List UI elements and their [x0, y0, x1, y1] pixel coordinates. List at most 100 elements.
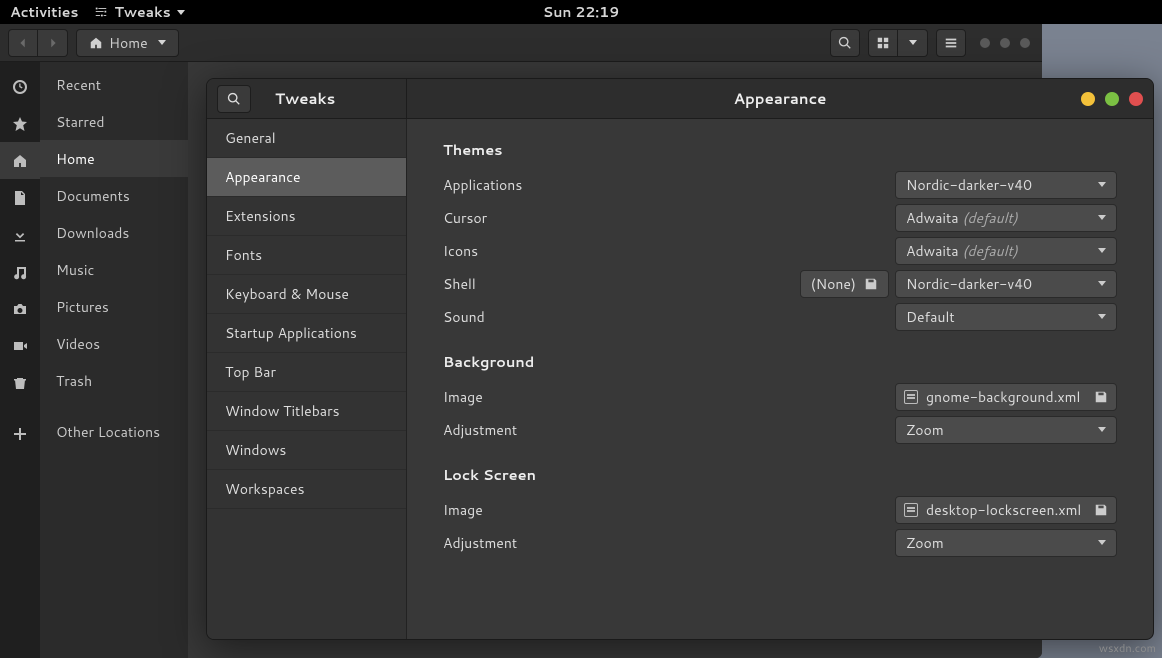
rail-other-locations[interactable]: [0, 415, 40, 452]
rail-home[interactable]: [0, 142, 40, 179]
search-icon: [838, 36, 852, 50]
app-menu-label: Tweaks: [114, 2, 170, 22]
sound-label: Sound: [443, 307, 895, 327]
sidebar-item-startup-applications[interactable]: Startup Applications: [207, 314, 406, 353]
place-home[interactable]: Home: [40, 140, 188, 177]
video-icon: [12, 338, 28, 354]
sidebar-item-keyboard-mouse[interactable]: Keyboard & Mouse: [207, 275, 406, 314]
gnome-top-bar: Activities Tweaks Sun 22:19: [0, 0, 1162, 24]
icons-default: (default): [962, 241, 1017, 261]
save-icon: [864, 277, 878, 291]
applications-value: Nordic-darker-v40: [906, 175, 1098, 195]
place-other-locations[interactable]: Other Locations: [40, 413, 188, 450]
grid-icon: [876, 36, 890, 50]
bg-image-label: Image: [443, 387, 895, 407]
view-grid-button[interactable]: [868, 29, 898, 57]
xml-file-icon: [904, 503, 918, 517]
rail-recent[interactable]: [0, 68, 40, 105]
sound-row: Sound Default: [443, 300, 1117, 333]
chevron-right-icon: [46, 36, 60, 50]
rail-downloads[interactable]: [0, 216, 40, 253]
sidebar-item-window-titlebars[interactable]: Window Titlebars: [207, 392, 406, 431]
bg-adjust-label: Adjustment: [443, 420, 895, 440]
place-recent[interactable]: Recent: [40, 66, 188, 103]
cursor-default: (default): [962, 208, 1017, 228]
lock-adjust-row: Adjustment Zoom: [443, 526, 1117, 559]
place-videos[interactable]: Videos: [40, 325, 188, 362]
sidebar-item-extensions[interactable]: Extensions: [207, 197, 406, 236]
place-starred[interactable]: Starred: [40, 103, 188, 140]
minimize-button[interactable]: [980, 38, 990, 48]
path-home-button[interactable]: Home: [76, 29, 179, 57]
place-documents[interactable]: Documents: [40, 177, 188, 214]
cursor-dropdown[interactable]: Adwaita (default): [895, 204, 1117, 232]
tweaks-sidebar: GeneralAppearanceExtensionsFontsKeyboard…: [207, 119, 407, 639]
lock-adjust-label: Adjustment: [443, 533, 895, 553]
tweaks-headerbar: Tweaks Appearance: [207, 79, 1153, 119]
shell-value: Nordic-darker-v40: [906, 274, 1098, 294]
activities-button[interactable]: Activities: [10, 2, 78, 22]
lock-image-file-button[interactable]: desktop-lockscreen.xml: [895, 496, 1117, 524]
cursor-row: Cursor Adwaita (default): [443, 201, 1117, 234]
lock-image-value: desktop-lockscreen.xml: [926, 500, 1086, 520]
save-icon: [1094, 390, 1108, 404]
place-trash[interactable]: Trash: [40, 362, 188, 399]
path-home-label: Home: [109, 33, 148, 53]
minimize-button[interactable]: [1081, 92, 1095, 106]
shell-file-button[interactable]: (None): [800, 270, 889, 298]
icons-label: Icons: [443, 241, 895, 261]
applications-dropdown[interactable]: Nordic-darker-v40: [895, 171, 1117, 199]
sidebar-item-top-bar[interactable]: Top Bar: [207, 353, 406, 392]
nav-forward-button[interactable]: [38, 29, 68, 57]
download-icon: [12, 227, 28, 243]
place-pictures[interactable]: Pictures: [40, 288, 188, 325]
sidebar-item-appearance[interactable]: Appearance: [207, 158, 406, 197]
view-more-button[interactable]: [898, 29, 928, 57]
chevron-down-icon: [1098, 281, 1106, 286]
hamburger-button[interactable]: [936, 29, 966, 57]
sidebar-item-general[interactable]: General: [207, 119, 406, 158]
window-controls: [980, 38, 1030, 48]
sidebar-item-workspaces[interactable]: Workspaces: [207, 470, 406, 509]
tweaks-page-title: Appearance: [734, 88, 827, 109]
lock-adjust-dropdown[interactable]: Zoom: [895, 529, 1117, 557]
maximize-button[interactable]: [1000, 38, 1010, 48]
icons-dropdown[interactable]: Adwaita (default): [895, 237, 1117, 265]
lock-adjust-value: Zoom: [906, 533, 1098, 553]
close-button[interactable]: [1020, 38, 1030, 48]
camera-icon: [12, 301, 28, 317]
place-downloads[interactable]: Downloads: [40, 214, 188, 251]
rail-trash[interactable]: [0, 364, 40, 401]
shell-dropdown[interactable]: Nordic-darker-v40: [895, 270, 1117, 298]
nav-back-button[interactable]: [8, 29, 38, 57]
lockscreen-heading: Lock Screen: [443, 464, 1117, 485]
clock[interactable]: Sun 22:19: [543, 2, 619, 22]
rail-documents[interactable]: [0, 179, 40, 216]
rail-videos[interactable]: [0, 327, 40, 364]
tweaks-search-button[interactable]: [217, 85, 251, 113]
star-icon: [12, 116, 28, 132]
clock-icon: [12, 79, 28, 95]
sound-dropdown[interactable]: Default: [895, 303, 1117, 331]
search-icon: [227, 92, 241, 106]
tweaks-app-title: Tweaks: [275, 88, 335, 109]
rail-starred[interactable]: [0, 105, 40, 142]
shell-row: Shell (None) Nordic-darker-v40: [443, 267, 1117, 300]
cursor-value: Adwaita: [906, 208, 959, 228]
sidebar-item-windows[interactable]: Windows: [207, 431, 406, 470]
bg-adjust-dropdown[interactable]: Zoom: [895, 416, 1117, 444]
bg-image-row: Image gnome-background.xml: [443, 380, 1117, 413]
bg-image-file-button[interactable]: gnome-background.xml: [895, 383, 1117, 411]
sidebar-item-fonts[interactable]: Fonts: [207, 236, 406, 275]
close-button[interactable]: [1129, 92, 1143, 106]
chevron-down-icon: [177, 10, 185, 15]
icons-row: Icons Adwaita (default): [443, 234, 1117, 267]
maximize-button[interactable]: [1105, 92, 1119, 106]
lock-image-row: Image desktop-lockscreen.xml: [443, 493, 1117, 526]
app-menu[interactable]: Tweaks: [94, 2, 184, 22]
chevron-down-icon: [1098, 215, 1106, 220]
place-music[interactable]: Music: [40, 251, 188, 288]
rail-music[interactable]: [0, 253, 40, 290]
search-button[interactable]: [830, 29, 860, 57]
rail-pictures[interactable]: [0, 290, 40, 327]
